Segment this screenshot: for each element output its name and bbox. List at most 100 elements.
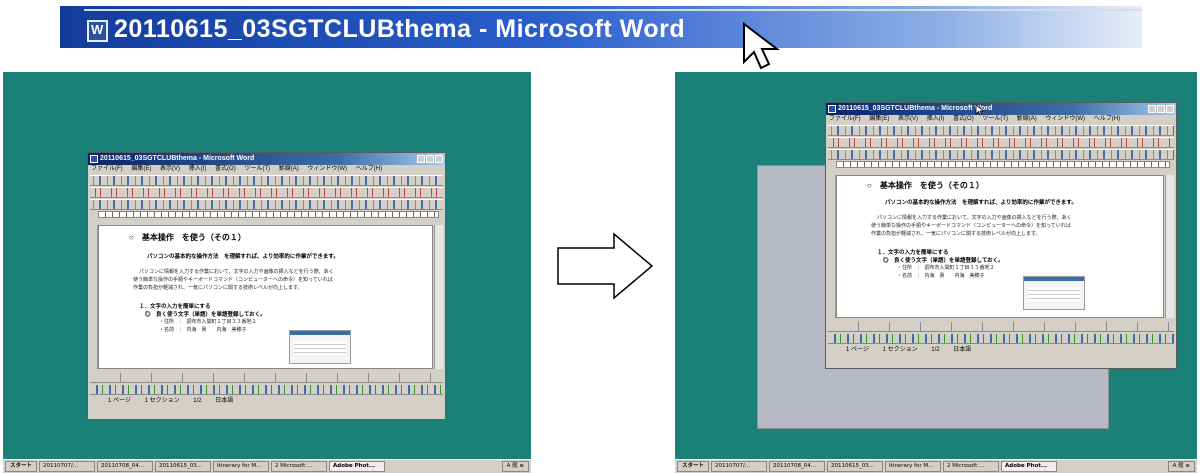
macro-toolbar[interactable] — [828, 322, 1174, 332]
drawing-toolbar[interactable] — [90, 385, 443, 395]
word-app-icon[interactable] — [87, 20, 108, 42]
status-section: 1 セクション — [144, 398, 180, 404]
doc-paragraph-line: パソコンに情報を入力する作業において、文字の入力や画像の挿入などを行う際、あく — [877, 215, 1072, 221]
formatting-toolbar[interactable] — [828, 137, 1174, 148]
bottom-toolbars[interactable]: 1 ページ 1 セクション 1/2 日本語 — [826, 320, 1176, 368]
window-title-bar[interactable]: 20110615_03SGTCLUBthema - Microsoft Word — [88, 153, 445, 165]
reviewing-toolbar[interactable] — [828, 149, 1174, 160]
doc-address: ・住所 ： 調布市入間町１丁目３３番地２ — [159, 319, 257, 325]
menu-format[interactable]: 書式(O) — [215, 166, 236, 172]
system-tray[interactable]: A 般 ≡ — [1167, 461, 1195, 472]
formatting-toolbar[interactable] — [90, 187, 443, 198]
taskbar-item[interactable]: Itinerary for M... — [885, 461, 942, 472]
embedded-screenshot-thumbnail — [1023, 276, 1085, 310]
menu-table[interactable]: 罫線(A) — [1017, 116, 1037, 122]
bottom-toolbars[interactable]: 1 ページ 1 セクション 1/2 日本語 — [88, 371, 445, 419]
macro-toolbar[interactable] — [90, 373, 443, 383]
taskbar-item-active[interactable]: Adobe Phot... — [1001, 461, 1058, 472]
window-title: 20110615_03SGTCLUBthema - Microsoft Word — [838, 105, 993, 112]
taskbar-item[interactable]: 20110707/... — [711, 461, 768, 472]
vertical-ruler — [89, 225, 98, 369]
minimize-icon[interactable] — [417, 155, 425, 163]
maximize-icon[interactable] — [426, 155, 434, 163]
taskbar-item[interactable]: 20110707/... — [39, 461, 96, 472]
ruler[interactable] — [836, 161, 1170, 168]
maximize-icon[interactable] — [1157, 105, 1165, 113]
desktop-after: 20110615_03SGTCLUBthema - Microsoft Word… — [675, 72, 1197, 473]
doc-paragraph-line: 作業の負担が軽減され、一気にパソコンに関する技術レベルが向上します。 — [871, 231, 1041, 237]
title-bar-top-edge — [84, 9, 1142, 11]
document-page[interactable]: ○ 基本操作 を使う（その１） パソコンの基本的な操作方法 を理解すれば、より効… — [98, 225, 433, 369]
doc-section-title: １．文字の入力を簡単にする — [139, 304, 211, 310]
menu-insert[interactable]: 挿入(I) — [189, 166, 207, 172]
close-icon[interactable] — [435, 155, 443, 163]
vertical-scrollbar[interactable] — [434, 225, 443, 369]
vertical-scrollbar[interactable] — [1165, 175, 1174, 318]
word-window[interactable]: 20110615_03SGTCLUBthema - Microsoft Word… — [87, 152, 446, 420]
status-page: 1 ページ — [108, 398, 131, 404]
menu-window[interactable]: ウィンドウ(W) — [307, 166, 347, 172]
close-icon[interactable] — [1166, 105, 1174, 113]
standard-toolbar[interactable] — [828, 125, 1174, 136]
start-button[interactable]: スタート — [5, 461, 38, 472]
system-tray[interactable]: A 般 ≡ — [501, 461, 529, 472]
menu-insert[interactable]: 挿入(I) — [927, 116, 945, 122]
taskbar-item[interactable]: 20110615_03... — [827, 461, 884, 472]
minimize-icon[interactable] — [1148, 105, 1156, 113]
taskbar-item[interactable]: 2 Microsoft ... — [943, 461, 1000, 472]
start-button[interactable]: スタート — [677, 461, 710, 472]
taskbar-item-active[interactable]: Adobe Phot... — [329, 461, 386, 472]
drawing-toolbar[interactable] — [828, 334, 1174, 344]
standard-toolbar[interactable] — [90, 175, 443, 186]
small-mouse-pointer-icon — [975, 104, 985, 116]
taskbar-item[interactable]: 2 Microsoft ... — [271, 461, 328, 472]
doc-section-title: １．文字の入力を簡単にする — [877, 250, 949, 256]
doc-name: ・名前 ： 内海 眞 内海 美穂子 — [159, 327, 247, 333]
menu-table[interactable]: 罫線(A) — [279, 166, 299, 172]
menu-file[interactable]: ファイル(F) — [829, 116, 861, 122]
menu-tools[interactable]: ツール(T) — [244, 166, 270, 172]
doc-paragraph-line: 作業の負担が軽減され、一気にパソコンに関する技術レベルが向上します。 — [133, 285, 303, 291]
doc-item: ◎ 良く使う文字（単語）を単語登録しておく。 — [883, 258, 1004, 264]
status-page-count: 1/2 — [931, 347, 940, 353]
embedded-screenshot-thumbnail — [289, 330, 351, 364]
menu-tools[interactable]: ツール(T) — [982, 116, 1008, 122]
menu-window[interactable]: ウィンドウ(W) — [1045, 116, 1085, 122]
window-controls[interactable] — [417, 155, 443, 163]
doc-heading: ○ 基本操作 を使う（その１） — [129, 233, 246, 242]
window-title-bar[interactable]: 20110615_03SGTCLUBthema - Microsoft Word — [826, 103, 1176, 115]
menu-format[interactable]: 書式(O) — [953, 116, 974, 122]
right-arrow-icon — [557, 232, 654, 300]
zoomed-title-bar[interactable]: 20110615_03SGTCLUBthema - Microsoft Word — [60, 6, 1142, 48]
taskbar-item[interactable]: 20110615_03... — [155, 461, 212, 472]
taskbar-item[interactable]: 20110708_04... — [769, 461, 826, 472]
taskbar: スタート 20110707/... 20110708_04... 2011061… — [675, 459, 1197, 473]
ruler[interactable] — [98, 211, 439, 218]
doc-paragraph-line: 使う簡単な操作の手順やキーボードコマンド（コンピューターへの命令）を知っていれば — [133, 277, 333, 283]
taskbar: スタート 20110707/... 20110708_04... 2011061… — [3, 459, 531, 473]
menu-view[interactable]: 表示(V) — [160, 166, 180, 172]
menu-help[interactable]: ヘルプ(H) — [1094, 116, 1120, 122]
menu-file[interactable]: ファイル(F) — [91, 166, 123, 172]
doc-heading: ○ 基本操作 を使う（その１） — [867, 181, 984, 190]
vertical-ruler — [827, 175, 836, 318]
menu-edit[interactable]: 編集(E) — [131, 166, 151, 172]
menu-bar[interactable]: ファイル(F) 編集(E) 表示(V) 挿入(I) 書式(O) ツール(T) 罫… — [826, 115, 1176, 124]
word-window[interactable]: 20110615_03SGTCLUBthema - Microsoft Word… — [825, 102, 1177, 369]
window-controls[interactable] — [1148, 105, 1174, 113]
doc-paragraph-line: パソコンに情報を入力する作業において、文字の入力や画像の挿入などを行う際、あく — [139, 269, 334, 275]
doc-subtitle: パソコンの基本的な操作方法 を理解すれば、より効率的に作業ができます。 — [147, 254, 339, 260]
document-page[interactable]: ○ 基本操作 を使う（その１） パソコンの基本的な操作方法 を理解すれば、より効… — [836, 175, 1164, 318]
menu-view[interactable]: 表示(V) — [898, 116, 918, 122]
doc-item: ◎ 良く使う文字（単語）を単語登録しておく。 — [145, 312, 266, 318]
menu-edit[interactable]: 編集(E) — [869, 116, 889, 122]
word-small-icon — [828, 105, 836, 113]
word-small-icon — [90, 155, 98, 163]
taskbar-item[interactable]: 20110708_04... — [97, 461, 154, 472]
menu-bar[interactable]: ファイル(F) 編集(E) 表示(V) 挿入(I) 書式(O) ツール(T) 罫… — [88, 165, 445, 174]
taskbar-item[interactable]: Itinerary for M... — [213, 461, 270, 472]
menu-help[interactable]: ヘルプ(H) — [356, 166, 382, 172]
status-bar: 1 ページ 1 セクション 1/2 日本語 — [826, 346, 1176, 355]
reviewing-toolbar[interactable] — [90, 199, 443, 210]
status-language: 日本語 — [953, 347, 972, 353]
